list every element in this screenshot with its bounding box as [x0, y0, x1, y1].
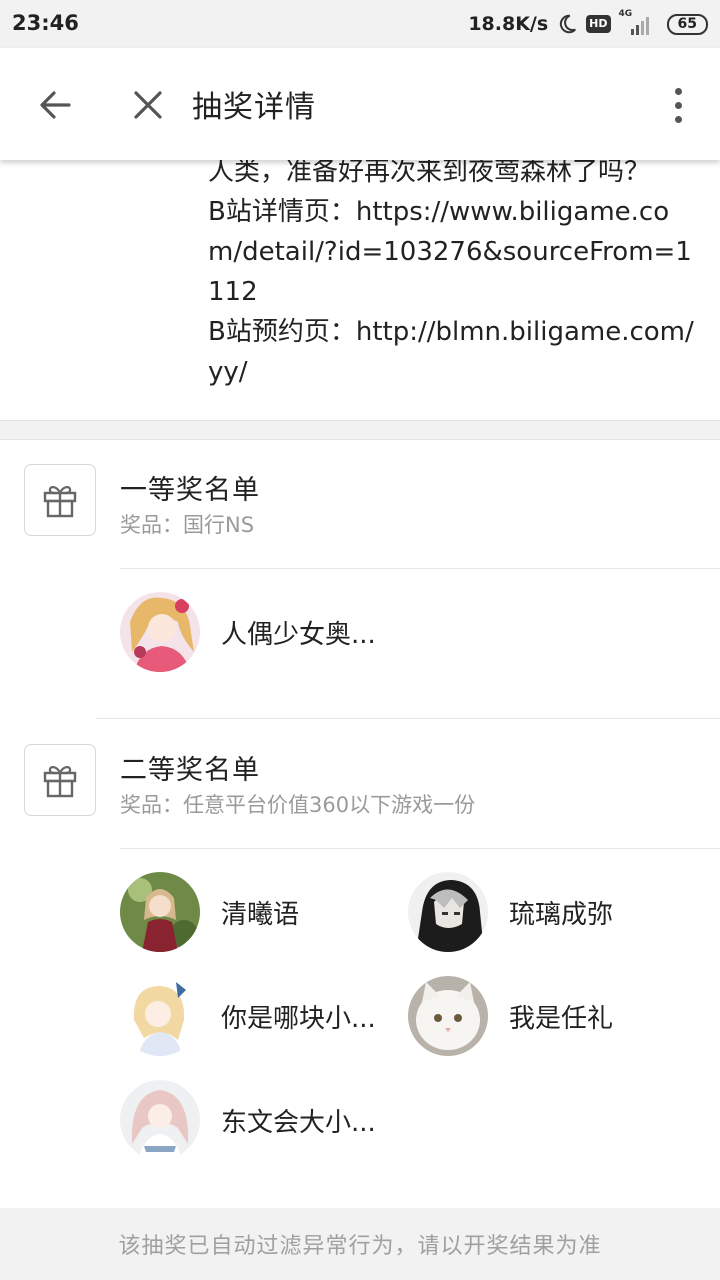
winner-name: 清曦语	[221, 899, 300, 930]
more-vertical-icon	[674, 87, 682, 95]
avatar	[120, 1080, 200, 1160]
status-indicators: 18.8K/s HD 4G 65	[468, 9, 708, 37]
first-prize-gift-box	[24, 464, 96, 536]
winner-item[interactable]: 你是哪块小...	[120, 976, 376, 1056]
divider	[120, 848, 720, 849]
avatar	[120, 592, 200, 672]
second-prize-title: 二等奖名单	[120, 755, 260, 786]
footer-notice: 该抽奖已自动过滤异常行为，请以开奖结果为准	[0, 1208, 720, 1280]
winner-name: 东文会大小...	[221, 1107, 376, 1138]
winner-item[interactable]: 琉璃成弥	[408, 872, 613, 952]
lottery-description: 人类，准备好再次来到夜莺森林了吗？ B站详情页：https://www.bili…	[208, 152, 698, 392]
signal-label: 4G	[618, 9, 633, 19]
winner-item[interactable]: 清曦语	[120, 872, 299, 952]
first-prize-subtitle: 奖品：国行NS	[120, 513, 255, 537]
page-title: 抽奖详情	[192, 90, 316, 125]
winner-item[interactable]: 人偶少女奥...	[120, 592, 376, 672]
divider	[96, 718, 720, 719]
battery-indicator: 65	[666, 13, 708, 35]
close-icon	[134, 91, 162, 119]
avatar	[408, 872, 488, 952]
moon-icon	[560, 14, 577, 34]
close-button[interactable]	[124, 80, 172, 130]
first-prize-title: 一等奖名单	[120, 475, 260, 506]
status-time: 23:46	[12, 11, 79, 35]
network-speed: 18.8K/s	[468, 13, 549, 35]
divider	[120, 568, 720, 569]
status-bar: 23:46 18.8K/s HD 4G 65	[0, 0, 720, 48]
more-options-button[interactable]	[666, 80, 690, 130]
avatar	[120, 872, 200, 952]
winner-name: 人偶少女奥...	[221, 619, 376, 650]
signal-icon: 4G	[619, 9, 659, 35]
avatar	[120, 976, 200, 1056]
description-link-detail[interactable]: B站详情页：https://www.biligame.com/detail/?i…	[208, 192, 698, 312]
app-header: 抽奖详情	[0, 48, 720, 160]
section-separator	[0, 420, 720, 440]
hd-badge: HD	[586, 15, 611, 33]
back-button[interactable]	[30, 80, 80, 130]
second-prize-gift-box	[24, 744, 96, 816]
footer-note: 该抽奖已自动过滤异常行为，请以开奖结果为准	[118, 1234, 602, 1259]
second-prize-subtitle: 奖品：任意平台价值360以下游戏一份	[120, 793, 476, 817]
gift-icon	[43, 766, 77, 798]
winner-name: 琉璃成弥	[509, 899, 614, 930]
winner-item[interactable]: 东文会大小...	[120, 1080, 376, 1160]
avatar	[408, 976, 488, 1056]
arrow-left-icon	[40, 91, 71, 119]
gift-icon	[43, 486, 77, 518]
winner-item[interactable]: 我是任礼	[408, 976, 613, 1056]
winner-name: 你是哪块小...	[221, 1003, 376, 1034]
winner-name: 我是任礼	[509, 1003, 614, 1034]
description-link-reserve[interactable]: B站预约页：http://blmn.biligame.com/yy/	[208, 312, 698, 392]
